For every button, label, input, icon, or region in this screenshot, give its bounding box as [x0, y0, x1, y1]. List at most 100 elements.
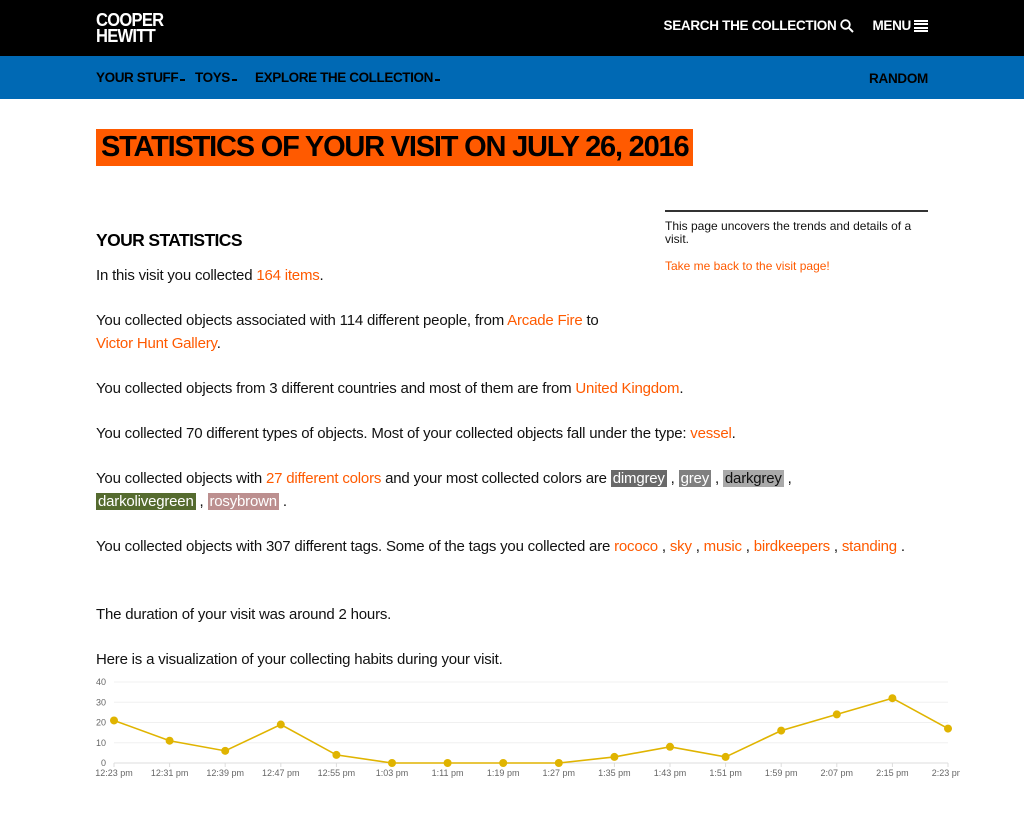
stat-colors: You collected objects with 27 different …	[96, 467, 856, 513]
cooper-hewitt-logo[interactable]: COOPER HEWITT	[96, 11, 164, 46]
tag-link[interactable]: birdkeepers	[754, 538, 830, 555]
tag-link[interactable]: rococo	[614, 538, 658, 555]
data-point	[110, 716, 118, 725]
y-tick-label: 30	[96, 697, 106, 707]
x-tick-label: 1:51 pm	[709, 768, 742, 778]
logo-line-2: HEWITT	[96, 26, 156, 46]
separator: ,	[657, 538, 670, 555]
color-swatch-grey[interactable]: grey	[678, 470, 711, 487]
data-point	[276, 720, 285, 729]
stat-types: You collected 70 different types of obje…	[96, 422, 736, 445]
nav-toys[interactable]: TOYS	[195, 70, 237, 85]
separator: ,	[741, 538, 754, 555]
dropdown-caret-icon	[180, 78, 186, 81]
person-from-link[interactable]: Arcade Fire	[507, 312, 583, 329]
data-point	[721, 752, 730, 761]
x-tick-label: 12:55 pm	[318, 768, 356, 778]
x-tick-label: 1:59 pm	[765, 768, 798, 778]
dropdown-caret-icon	[231, 78, 237, 81]
main-nav: YOUR STUFF TOYS EXPLORE THE COLLECTION R…	[0, 56, 1024, 99]
top-bar: COOPER HEWITT SEARCH THE COLLECTION MENU	[0, 0, 1024, 56]
x-tick-label: 1:19 pm	[487, 768, 520, 778]
page-description: This page uncovers the trends and detail…	[665, 219, 912, 246]
stat-types-prefix: You collected 70 different types of obje…	[96, 425, 691, 442]
x-tick-label: 12:39 pm	[206, 768, 244, 778]
x-tick-label: 1:03 pm	[376, 768, 409, 778]
stat-people-suffix: .	[216, 335, 221, 352]
tag-link[interactable]: music	[704, 538, 742, 555]
nav-random[interactable]: RANDOM	[869, 71, 928, 86]
x-tick-label: 12:31 pm	[151, 768, 189, 778]
data-point	[443, 759, 452, 767]
color-swatch-dimgrey[interactable]: dimgrey	[610, 470, 667, 487]
data-point	[832, 710, 841, 719]
hamburger-icon	[914, 19, 928, 32]
colors-count-link[interactable]: 27 different colors	[266, 470, 381, 487]
nav-your-stuff-label: YOUR STUFF	[96, 70, 179, 85]
color-swatch-rosybrown[interactable]: rosybrown	[207, 493, 279, 510]
separator: ,	[783, 470, 792, 487]
stat-tags-prefix: You collected objects with 307 different…	[96, 538, 615, 555]
data-point	[332, 750, 341, 759]
separator: ,	[829, 538, 842, 555]
data-point	[221, 746, 230, 755]
stat-colors-middle: and your most collected colors are	[381, 470, 611, 487]
separator: ,	[711, 470, 723, 487]
tag-link[interactable]: standing	[842, 538, 897, 555]
back-to-visit-link[interactable]: Take me back to the visit page!	[665, 260, 928, 273]
nav-explore-collection[interactable]: EXPLORE THE COLLECTION	[255, 70, 440, 85]
x-tick-label: 12:47 pm	[262, 768, 300, 778]
search-collection-label: SEARCH THE COLLECTION	[663, 18, 837, 33]
nav-your-stuff[interactable]: YOUR STUFF	[96, 70, 186, 85]
stat-people-middle: to	[582, 312, 599, 329]
color-swatch-darkolivegreen[interactable]: darkolivegreen	[96, 493, 196, 510]
person-to-link[interactable]: Victor Hunt Gallery	[96, 335, 217, 352]
separator: ,	[666, 470, 679, 487]
data-point	[610, 752, 619, 761]
x-tick-label: 1:27 pm	[543, 768, 576, 778]
stat-people: You collected objects associated with 11…	[96, 309, 616, 355]
sidebar-info: This page uncovers the trends and detail…	[665, 210, 928, 273]
country-link[interactable]: United Kingdom	[575, 380, 679, 397]
x-tick-label: 1:11 pm	[432, 768, 464, 778]
top-right-actions: SEARCH THE COLLECTION MENU	[663, 18, 928, 33]
stat-colors-suffix: .	[278, 493, 287, 510]
data-point	[944, 724, 952, 733]
page-title: STATISTICS OF YOUR VISIT ON JULY 26, 201…	[96, 129, 694, 166]
stat-items-prefix: In this visit you collected	[96, 267, 257, 284]
data-point	[777, 726, 786, 735]
x-tick-label: 1:35 pm	[598, 768, 631, 778]
separator: ,	[691, 538, 704, 555]
menu-button[interactable]: MENU	[872, 18, 928, 33]
stat-items-suffix: .	[319, 267, 324, 284]
y-tick-label: 40	[96, 677, 106, 687]
stat-colors-prefix: You collected objects with	[96, 470, 266, 487]
stat-people-prefix: You collected objects associated with 11…	[96, 312, 508, 329]
y-tick-label: 10	[96, 738, 106, 748]
stat-visualization-intro: Here is a visualization of your collecti…	[96, 651, 503, 668]
stat-countries: You collected objects from 3 different c…	[96, 377, 684, 400]
color-swatch-darkgrey[interactable]: darkgrey	[722, 470, 784, 487]
items-count-link[interactable]: 164 items	[256, 267, 319, 284]
stat-countries-prefix: You collected objects from 3 different c…	[96, 380, 576, 397]
stat-duration: The duration of your visit was around 2 …	[96, 606, 392, 623]
y-tick-label: 20	[96, 718, 106, 728]
x-tick-label: 2:23 pm	[932, 768, 960, 778]
stat-countries-suffix: .	[679, 380, 684, 397]
type-link[interactable]: vessel	[690, 425, 732, 442]
tag-link[interactable]: sky	[670, 538, 692, 555]
data-point	[388, 759, 396, 767]
search-icon	[840, 18, 855, 33]
x-tick-label: 2:07 pm	[821, 768, 854, 778]
data-point	[165, 736, 174, 745]
stat-types-suffix: .	[731, 425, 736, 442]
stat-tags-suffix: .	[896, 538, 905, 555]
search-collection-link[interactable]: SEARCH THE COLLECTION	[663, 18, 855, 33]
x-tick-label: 2:15 pm	[876, 768, 909, 778]
x-tick-label: 1:43 pm	[654, 768, 687, 778]
data-point	[554, 759, 563, 767]
section-title: YOUR STATISTICS	[96, 230, 243, 250]
nav-explore-label: EXPLORE THE COLLECTION	[255, 70, 433, 85]
data-point	[888, 694, 897, 703]
nav-toys-label: TOYS	[195, 70, 230, 85]
